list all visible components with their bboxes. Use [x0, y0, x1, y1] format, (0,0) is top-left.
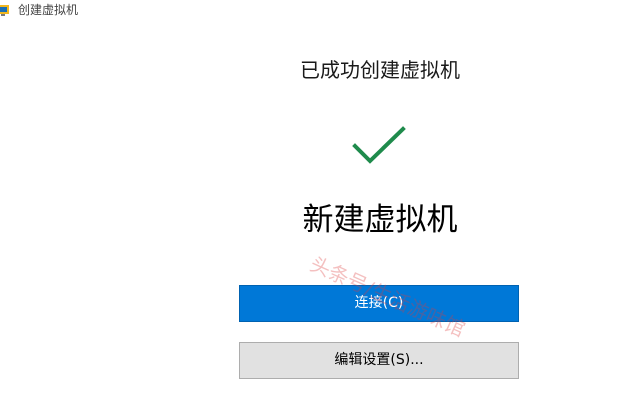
success-heading: 已成功创建虚拟机 [300, 58, 460, 82]
window-title: 创建虚拟机 [18, 3, 79, 17]
checkmark-icon [352, 126, 406, 164]
hyper-v-app-icon [0, 5, 9, 16]
vm-name: 新建虚拟机 [302, 202, 458, 238]
connect-button[interactable]: 连接(C) [239, 285, 519, 322]
title-bar: 创建虚拟机 [0, 0, 640, 22]
edit-settings-button[interactable]: 编辑设置(S)... [239, 342, 519, 379]
